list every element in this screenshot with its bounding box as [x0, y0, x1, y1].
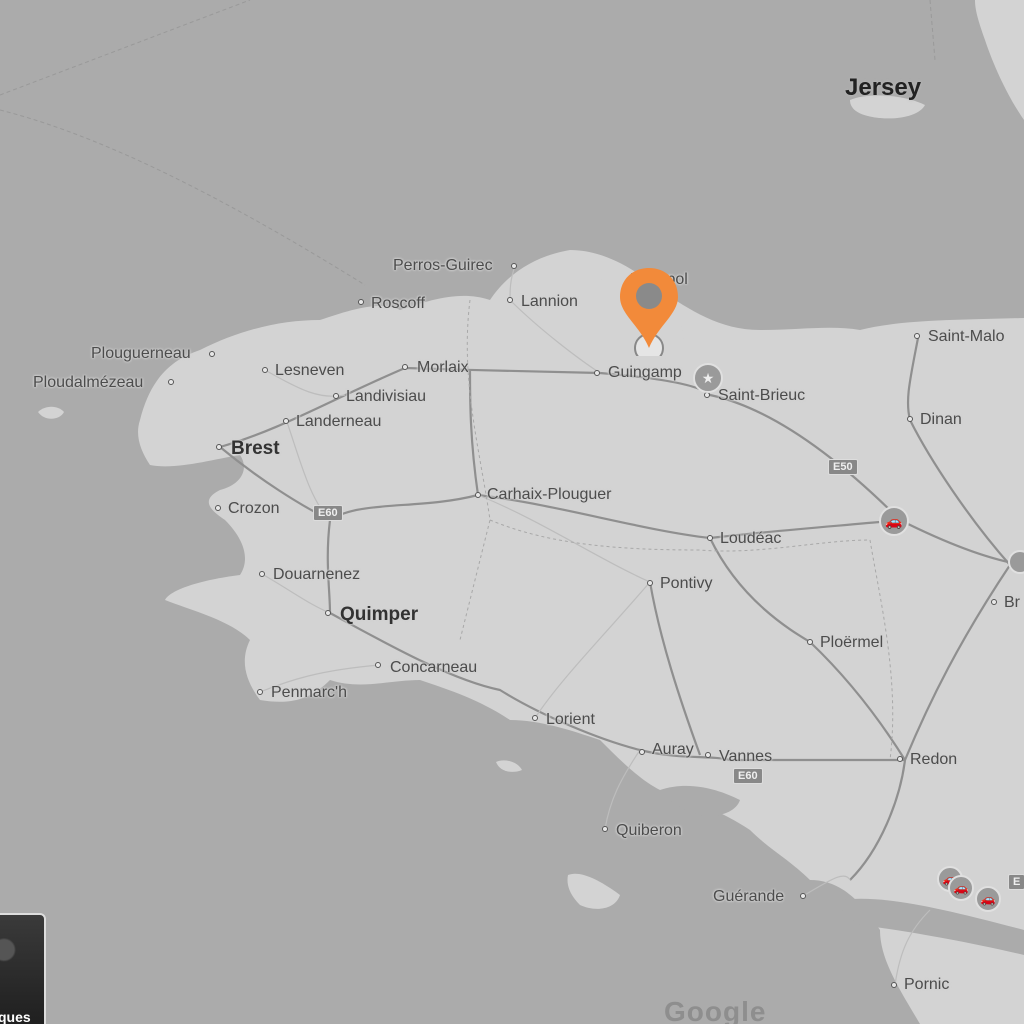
city-dot	[475, 492, 481, 498]
city-label-ploermel[interactable]: Ploërmel	[820, 635, 883, 651]
poi-car-icon[interactable]: 🚗	[879, 506, 909, 536]
city-dot	[532, 715, 538, 721]
city-dot	[897, 756, 903, 762]
city-label-ploudalmezeau[interactable]: Ploudalmézeau	[33, 375, 143, 391]
city-label-lannion[interactable]: Lannion	[521, 294, 578, 310]
layer-toggle-label: ques	[0, 1009, 31, 1024]
city-label-saint-malo[interactable]: Saint-Malo	[928, 329, 1004, 345]
city-dot	[991, 599, 997, 605]
city-label-perros-guirec[interactable]: Perros-Guirec	[393, 258, 493, 274]
location-pin-icon[interactable]	[618, 266, 680, 363]
google-logo[interactable]: Google	[664, 996, 766, 1024]
city-label-redon[interactable]: Redon	[910, 752, 957, 768]
city-label-pornic[interactable]: Pornic	[904, 977, 949, 993]
city-label-lesneven[interactable]: Lesneven	[275, 363, 344, 379]
map-canvas[interactable]: Jersey Perros-Guirec Lannion Paimpol Ros…	[0, 0, 1024, 1024]
city-dot	[375, 662, 381, 668]
city-dot	[209, 351, 215, 357]
city-dot	[507, 297, 513, 303]
city-label-guingamp[interactable]: Guingamp	[608, 365, 682, 381]
city-dot	[283, 418, 289, 424]
poi-car-icon[interactable]: 🚗	[975, 886, 1001, 912]
city-label-landerneau[interactable]: Landerneau	[296, 414, 381, 430]
city-label-dinan[interactable]: Dinan	[920, 412, 962, 428]
city-dot	[262, 367, 268, 373]
city-label-douarnenez[interactable]: Douarnenez	[273, 567, 360, 583]
city-label-crozon[interactable]: Crozon	[228, 501, 280, 517]
city-dot	[216, 444, 222, 450]
city-dot	[215, 505, 221, 511]
city-label-br[interactable]: Br	[1004, 595, 1020, 611]
city-label-penmarch[interactable]: Penmarc'h	[271, 685, 347, 701]
city-dot	[647, 580, 653, 586]
city-label-saint-brieuc[interactable]: Saint-Brieuc	[718, 388, 805, 404]
map-basemap	[0, 0, 1024, 1024]
city-label-roscoff[interactable]: Roscoff	[371, 296, 425, 312]
road-shield-e60: E60	[313, 505, 343, 521]
city-label-auray[interactable]: Auray	[652, 742, 694, 758]
road-shield-e60: E60	[733, 768, 763, 784]
city-label-pontivy[interactable]: Pontivy	[660, 576, 712, 592]
road-shield-e: E	[1008, 874, 1024, 890]
city-dot	[333, 393, 339, 399]
city-dot	[168, 379, 174, 385]
city-dot	[358, 299, 364, 305]
city-dot	[639, 749, 645, 755]
city-label-vannes[interactable]: Vannes	[719, 749, 772, 765]
city-dot	[259, 571, 265, 577]
city-dot	[705, 752, 711, 758]
city-dot	[602, 826, 608, 832]
city-dot	[594, 370, 600, 376]
city-label-carhaix-plouguer[interactable]: Carhaix-Plouguer	[487, 487, 612, 503]
city-dot	[257, 689, 263, 695]
city-dot	[800, 893, 806, 899]
map-layer-toggle[interactable]: ques	[0, 913, 46, 1024]
city-dot	[402, 364, 408, 370]
city-label-quiberon[interactable]: Quiberon	[616, 823, 682, 839]
city-label-quimper[interactable]: Quimper	[340, 605, 418, 624]
city-label-concarneau[interactable]: Concarneau	[390, 660, 477, 676]
city-label-plouguerneau[interactable]: Plouguerneau	[91, 346, 191, 362]
city-dot	[325, 610, 331, 616]
city-dot	[707, 535, 713, 541]
city-label-morlaix[interactable]: Morlaix	[417, 360, 469, 376]
city-dot	[907, 416, 913, 422]
city-label-lorient[interactable]: Lorient	[546, 712, 595, 728]
city-dot	[914, 333, 920, 339]
city-label-loudeac[interactable]: Loudéac	[720, 531, 781, 547]
city-label-guerande[interactable]: Guérande	[713, 889, 784, 905]
city-label-brest[interactable]: Brest	[231, 439, 280, 458]
road-shield-e50: E50	[828, 459, 858, 475]
city-dot	[511, 263, 517, 269]
city-dot	[807, 639, 813, 645]
city-label-landivisiau[interactable]: Landivisiau	[346, 389, 426, 405]
island-label-jersey: Jersey	[845, 74, 922, 101]
poi-star-icon[interactable]: ★	[693, 363, 723, 393]
poi-car-icon[interactable]: 🚗	[948, 875, 974, 901]
city-dot	[891, 982, 897, 988]
